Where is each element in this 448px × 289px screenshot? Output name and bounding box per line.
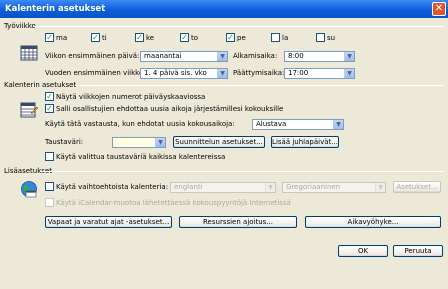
show-week-numbers-label: Näytä viikkojen numerot päiväyskaaviossa [56,93,206,101]
first-day-label: Viikon ensimmäinen päivä: [45,52,140,60]
alt-calendar-label: Käytä vaihtoehtoista kalenteria: [56,183,169,191]
allow-proposals-checkbox[interactable]: ✓ [45,104,54,113]
chevron-down-icon[interactable]: ▼ [333,120,343,129]
day-label: ti [102,34,107,42]
first-week-value: 1. 4 päivä sis. vko [144,69,207,77]
day-checkbox[interactable]: ✓ [45,33,54,42]
day-checkbox[interactable] [271,33,280,42]
day-label: ke [146,34,155,42]
alt-calendar-checkbox[interactable] [45,182,54,191]
bg-color-label: Taustaväri: [45,138,84,146]
start-time-label: Alkamisaika: [233,52,278,60]
calendar-options-icon [20,102,38,118]
globe-calendar-icon [21,181,37,198]
end-time-label: Päättymisaika: [233,69,285,77]
chevron-down-icon[interactable]: ▼ [344,52,354,61]
day-checkbox[interactable]: ✓ [180,33,189,42]
day-label: su [327,34,336,42]
show-week-numbers-checkbox[interactable]: ✓ [45,92,54,101]
use-bg-all-label: Käytä valittua taustaväriä kaikissa kale… [56,153,226,161]
title-bar: Kalenterin asetukset ✕ [0,0,448,18]
section-label-calendar: Kalenterin asetukset [4,81,77,89]
chevron-down-icon[interactable]: ▼ [217,69,227,78]
allow-proposals-label: Salli osallistujien ehdottaa uusia aikoj… [56,105,284,113]
day-checkbox[interactable]: ✓ [226,33,235,42]
chevron-down-icon[interactable]: ▼ [265,183,275,192]
chevron-down-icon[interactable]: ▼ [344,69,354,78]
section-label-workweek: Työviikko [4,22,36,30]
scheduling-settings-button[interactable]: Suunnittelun asetukset... [173,136,265,148]
chevron-down-icon[interactable]: ▼ [217,52,227,61]
divider [34,26,444,27]
window-title: Kalenterin asetukset [5,4,106,14]
end-time-select[interactable]: 17:00 ▼ [284,68,355,79]
day-label: ma [56,34,68,42]
divider [40,171,444,172]
icalendar-label: Käytä iCalendar-muotoa lähetettäessä kok… [56,199,291,207]
timezone-button[interactable]: Aikavyöhyke... [305,216,441,228]
first-week-select[interactable]: 1. 4 päivä sis. vko ▼ [140,68,228,79]
day-label: to [191,34,199,42]
day-label: la [282,34,289,42]
workweek-grid-icon [20,45,38,61]
first-day-select[interactable]: maanantai ▼ [140,51,228,62]
alt-settings-button[interactable]: Asetukset... [393,181,441,193]
free-busy-button[interactable]: Vapaat ja varatut ajat -asetukset... [45,216,172,228]
add-holidays-button[interactable]: Lisää juhlapäivät... [271,136,339,148]
alt-type-value: Gregoriaaninen [286,183,341,191]
end-time-value: 17:00 [288,69,309,77]
alt-language-value: englanti [174,183,203,191]
day-checkbox[interactable]: ✓ [135,33,144,42]
alt-language-select[interactable]: englanti ▼ [170,182,276,193]
cancel-button[interactable]: Peruuta [393,245,443,257]
start-time-value: 8:00 [288,52,304,60]
start-time-select[interactable]: 8:00 ▼ [284,51,355,62]
day-label: pe [237,34,246,42]
response-value: Alustava [256,120,287,128]
first-week-label: Vuoden ensimmäinen viikko: [45,69,146,77]
chevron-down-icon[interactable]: ▼ [155,138,165,147]
resource-scheduling-button[interactable]: Resurssien ajoitus... [179,216,297,228]
day-checkbox[interactable]: ✓ [91,33,100,42]
divider [76,85,444,86]
icalendar-checkbox[interactable] [45,198,54,207]
first-day-value: maanantai [144,52,182,60]
day-checkbox[interactable] [316,33,325,42]
chevron-down-icon[interactable]: ▼ [375,183,385,192]
use-bg-all-checkbox[interactable] [45,152,54,161]
alt-type-select[interactable]: Gregoriaaninen ▼ [282,182,386,193]
bg-color-select[interactable]: ▼ [112,137,166,148]
response-label: Käytä tätä vastausta, kun ehdotat uusia … [45,120,235,128]
ok-button[interactable]: OK [338,245,388,257]
response-select[interactable]: Alustava ▼ [252,119,344,130]
close-button[interactable]: ✕ [432,2,446,16]
